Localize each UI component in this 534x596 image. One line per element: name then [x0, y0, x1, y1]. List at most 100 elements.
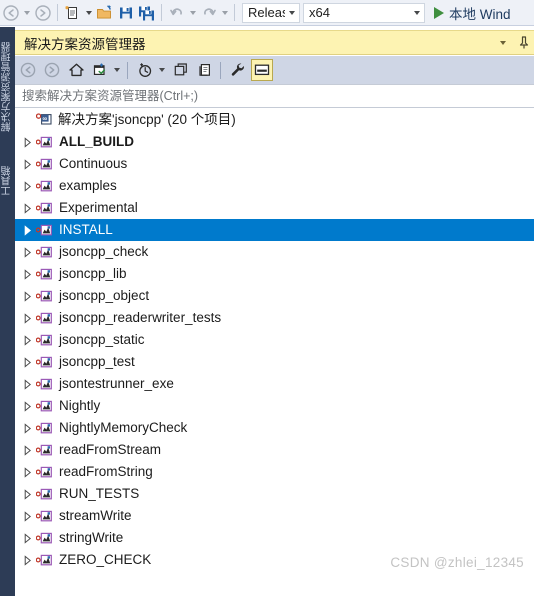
forward-arrow-icon: [34, 4, 51, 21]
show-all-files-button[interactable]: [194, 59, 216, 81]
undo-button[interactable]: [166, 2, 187, 24]
expander-toggle[interactable]: [20, 527, 35, 549]
chevron-right-icon: [24, 422, 31, 434]
expander-toggle[interactable]: [20, 329, 35, 351]
pin-icon: [519, 36, 529, 49]
expander-toggle[interactable]: [20, 219, 35, 241]
panel-menu-chevron-down-icon[interactable]: [492, 40, 514, 45]
tree-row-project[interactable]: RUN_TESTS: [15, 483, 534, 505]
pending-changes-dropdown[interactable]: [111, 59, 123, 81]
dock-tab-solution-explorer[interactable]: 解决方案资源管理器: [0, 31, 15, 143]
expander-toggle[interactable]: [20, 153, 35, 175]
redo-button[interactable]: [198, 2, 219, 24]
tree-row-project[interactable]: jsoncpp_check: [15, 241, 534, 263]
pending-changes-filter-button[interactable]: [89, 59, 111, 81]
project-label: jsoncpp_readerwriter_tests: [59, 310, 222, 325]
expander-toggle[interactable]: [20, 197, 35, 219]
navigate-forward-button[interactable]: [32, 2, 53, 24]
tree-row-project[interactable]: readFromString: [15, 461, 534, 483]
expander-toggle[interactable]: [20, 263, 35, 285]
save-button[interactable]: [115, 2, 136, 24]
solution-configuration-combo[interactable]: Releas: [242, 2, 300, 23]
home-button[interactable]: [65, 59, 87, 81]
tree-row-project[interactable]: Nightly: [15, 395, 534, 417]
chevron-right-icon: [24, 488, 31, 500]
undo-dropdown[interactable]: [187, 2, 198, 24]
project-icon: [35, 153, 55, 175]
tree-row-project[interactable]: NightlyMemoryCheck: [15, 417, 534, 439]
solution-tree[interactable]: ∞ 解决方案'jsoncpp' (20 个项目) ALL_BUILD Contin…: [15, 109, 534, 596]
tree-row-project[interactable]: examples: [15, 175, 534, 197]
tree-row-project[interactable]: jsoncpp_static: [15, 329, 534, 351]
save-all-button[interactable]: [136, 2, 157, 24]
tree-row-project[interactable]: jsoncpp_object: [15, 285, 534, 307]
open-file-button[interactable]: [94, 2, 115, 24]
expander-toggle[interactable]: [20, 131, 35, 153]
navigate-backward-button[interactable]: [0, 2, 21, 24]
project-label: stringWrite: [59, 530, 124, 545]
properties-button[interactable]: [227, 59, 249, 81]
save-all-icon: [139, 6, 154, 20]
new-item-dropdown[interactable]: [83, 2, 94, 24]
expander-toggle[interactable]: [20, 241, 35, 263]
tree-row-project[interactable]: jsoncpp_lib: [15, 263, 534, 285]
toolbar-separator: [127, 61, 128, 79]
forward-button[interactable]: [41, 59, 63, 81]
expander-toggle[interactable]: [20, 373, 35, 395]
sync-clock-icon: [138, 63, 151, 77]
dock-tab-toolbox[interactable]: 工具箱: [0, 155, 15, 207]
chevron-right-icon: [24, 158, 31, 170]
project-label: jsoncpp_check: [59, 244, 149, 259]
sync-with-active-document-button[interactable]: [134, 59, 156, 81]
solution-explorer-titlebar[interactable]: 解决方案资源管理器: [15, 30, 534, 55]
tree-row-project[interactable]: ALL_BUILD: [15, 131, 534, 153]
solution-root-label: 解决方案'jsoncpp' (20 个项目): [58, 112, 236, 127]
tree-row-project[interactable]: readFromStream: [15, 439, 534, 461]
sync-dropdown[interactable]: [156, 59, 168, 81]
navigate-backward-dropdown[interactable]: [21, 2, 32, 24]
search-container[interactable]: [15, 84, 534, 108]
chevron-down-icon[interactable]: [410, 10, 424, 15]
chevron-down-icon: [85, 10, 92, 15]
back-button[interactable]: [17, 59, 39, 81]
svg-text:∞: ∞: [42, 116, 47, 123]
expander-toggle[interactable]: [20, 417, 35, 439]
refresh-button[interactable]: [170, 59, 192, 81]
panel-title: 解决方案资源管理器: [24, 36, 146, 52]
project-label: ALL_BUILD: [59, 134, 134, 149]
expander-toggle[interactable]: [20, 175, 35, 197]
expander-toggle[interactable]: [20, 307, 35, 329]
expander-toggle[interactable]: [20, 461, 35, 483]
project-icon: [35, 505, 55, 527]
watermark-text: CSDN @zhlei_12345: [390, 555, 524, 570]
tree-row-project[interactable]: stringWrite: [15, 527, 534, 549]
tree-row-project[interactable]: streamWrite: [15, 505, 534, 527]
expander-toggle[interactable]: [20, 285, 35, 307]
chevron-down-icon: [189, 10, 196, 15]
expander-toggle[interactable]: [20, 395, 35, 417]
tree-row-project[interactable]: jsoncpp_test: [15, 351, 534, 373]
search-input[interactable]: [15, 85, 444, 107]
project-label: INSTALL: [59, 222, 113, 237]
tree-row-project[interactable]: Experimental: [15, 197, 534, 219]
chevron-down-icon: [114, 68, 120, 72]
chevron-down-icon[interactable]: [285, 10, 299, 15]
solution-explorer-panel: 解决方案资源管理器 搜索解决方案资源管理器(Ctrl+;) ∞ 解决方案'jso…: [15, 27, 534, 596]
expander-toggle[interactable]: [20, 483, 35, 505]
redo-dropdown[interactable]: [219, 2, 230, 24]
solution-platform-combo[interactable]: x64: [303, 2, 425, 23]
new-item-button[interactable]: [62, 2, 83, 24]
preview-selected-items-button[interactable]: [251, 59, 273, 81]
tree-row-project[interactable]: jsontestrunner_exe: [15, 373, 534, 395]
start-debugging-button[interactable]: 本地 Wind: [432, 1, 513, 25]
tree-row-project[interactable]: jsoncpp_readerwriter_tests: [15, 307, 534, 329]
expander-toggle[interactable]: [20, 505, 35, 527]
tree-row-project[interactable]: INSTALL: [15, 219, 534, 241]
expander-toggle[interactable]: [20, 439, 35, 461]
tree-row-project[interactable]: Continuous: [15, 153, 534, 175]
panel-pin-icon[interactable]: [514, 36, 534, 49]
expander-toggle[interactable]: [20, 351, 35, 373]
tree-row-solution-root[interactable]: ∞ 解决方案'jsoncpp' (20 个项目): [15, 109, 534, 131]
expander-toggle[interactable]: [20, 549, 35, 571]
home-icon: [68, 63, 84, 77]
